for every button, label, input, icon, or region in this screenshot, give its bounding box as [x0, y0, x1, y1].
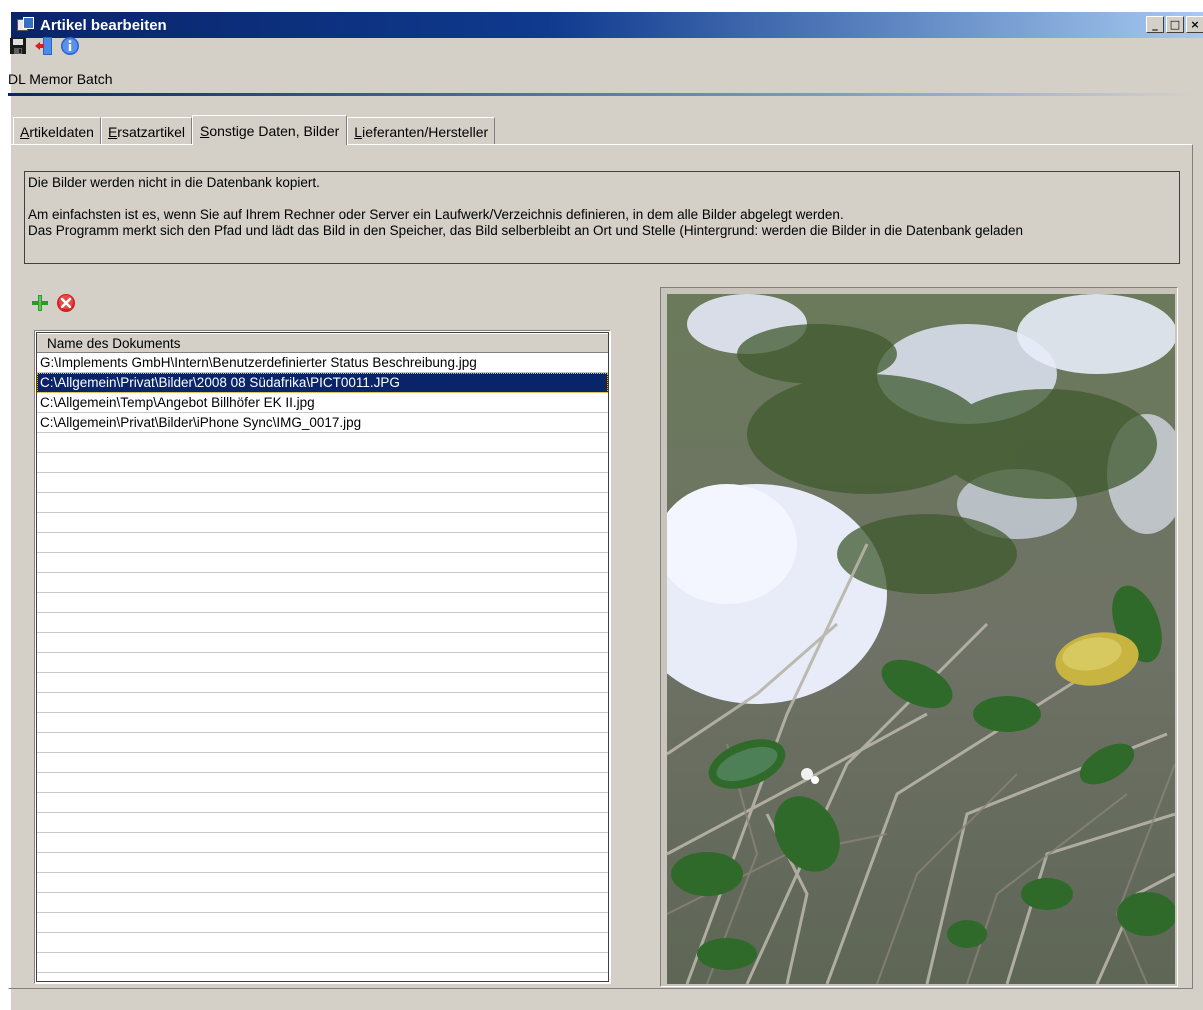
info-line-2: Am einfachsten ist es, wenn Sie auf Ihre…	[28, 207, 844, 222]
tab-sonstige-daten-bilder[interactable]: Sonstige Daten, Bilder	[191, 115, 348, 145]
list-toolbar	[30, 293, 76, 313]
delete-icon[interactable]	[56, 293, 76, 313]
header-separator	[8, 93, 1193, 96]
tab-artikeldaten[interactable]: Artikeldaten	[13, 117, 101, 145]
photo-bushes-image	[667, 294, 1175, 984]
empty-table-row	[37, 853, 608, 873]
minimize-button[interactable]: _	[1146, 16, 1164, 33]
empty-table-row	[37, 793, 608, 813]
tab-lieferanten-hersteller[interactable]: Lieferanten/Hersteller	[347, 117, 496, 145]
app-icon	[17, 17, 35, 33]
document-list[interactable]: Name des Dokuments G:\Implements GmbH\In…	[34, 330, 611, 984]
info-line-3: Das Programm merkt sich den Pfad und läd…	[28, 223, 1024, 238]
empty-table-row	[37, 633, 608, 653]
empty-table-row	[37, 813, 608, 833]
close-button[interactable]: ×	[1186, 16, 1203, 33]
image-preview-frame	[660, 287, 1178, 987]
tab-ersatzartikel[interactable]: Ersatzartikel	[100, 117, 192, 145]
info-line-1: Die Bilder werden nicht in die Datenbank…	[28, 175, 320, 190]
window-controls: _ □ ×	[1144, 16, 1203, 33]
empty-table-row	[37, 573, 608, 593]
empty-table-row	[37, 753, 608, 773]
column-header-name[interactable]: Name des Dokuments	[37, 333, 608, 353]
empty-table-row	[37, 473, 608, 493]
empty-table-row	[37, 533, 608, 553]
info-textbox[interactable]: Die Bilder werden nicht in die Datenbank…	[24, 171, 1180, 264]
empty-table-row	[37, 713, 608, 733]
empty-table-row	[37, 933, 608, 953]
empty-rows	[37, 433, 608, 983]
save-icon[interactable]	[8, 36, 28, 56]
empty-table-row	[37, 833, 608, 853]
empty-table-row	[37, 453, 608, 473]
empty-table-row	[37, 433, 608, 453]
empty-table-row	[37, 953, 608, 973]
empty-table-row	[37, 693, 608, 713]
empty-table-row	[37, 593, 608, 613]
empty-table-row	[37, 773, 608, 793]
tab-strip: Artikeldaten Ersatzartikel Sonstige Date…	[13, 115, 496, 145]
table-row[interactable]: C:\Allgemein\Privat\Bilder\iPhone Sync\I…	[37, 413, 608, 433]
info-icon[interactable]	[60, 36, 80, 56]
table-row[interactable]: C:\Allgemein\Temp\Angebot Billhöfer EK I…	[37, 393, 608, 413]
empty-table-row	[37, 873, 608, 893]
title-bar[interactable]: Artikel bearbeiten _ □ ×	[11, 12, 1203, 38]
record-label: DL Memor Batch	[8, 71, 113, 87]
image-preview	[667, 294, 1175, 984]
empty-table-row	[37, 673, 608, 693]
maximize-button[interactable]: □	[1166, 16, 1184, 33]
empty-table-row	[37, 513, 608, 533]
toolbar	[8, 36, 80, 56]
table-row[interactable]: G:\Implements GmbH\Intern\Benutzerdefini…	[37, 353, 608, 373]
empty-table-row	[37, 973, 608, 983]
table-row-selected[interactable]: C:\Allgemein\Privat\Bilder\2008 08 Südaf…	[37, 373, 608, 393]
empty-table-row	[37, 653, 608, 673]
empty-table-row	[37, 733, 608, 753]
empty-table-row	[37, 913, 608, 933]
empty-table-row	[37, 613, 608, 633]
exit-icon[interactable]	[34, 36, 54, 56]
empty-table-row	[37, 893, 608, 913]
empty-table-row	[37, 553, 608, 573]
empty-table-row	[37, 493, 608, 513]
window-title: Artikel bearbeiten	[40, 16, 167, 34]
add-icon[interactable]	[30, 293, 50, 313]
